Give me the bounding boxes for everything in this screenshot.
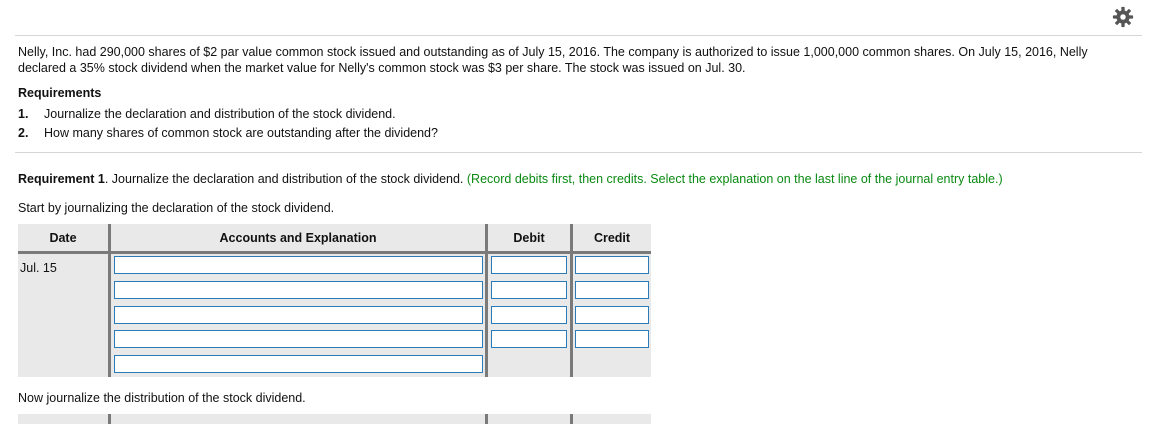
account-input[interactable] [114,306,483,324]
debit-header: Debit [513,231,545,245]
debit-input[interactable] [491,256,567,274]
account-input[interactable] [114,256,483,274]
account-input[interactable] [114,281,483,299]
credit-input[interactable] [575,256,649,274]
requirement-1-label: Requirement 1 [18,172,105,186]
credit-input[interactable] [575,306,649,324]
journal-table-declaration: Date Accounts and Explanation Debit Cred… [18,224,651,377]
section-divider [15,152,1142,153]
requirement-1-text: . Journalize the declaration and distrib… [104,172,464,186]
debit-input[interactable] [491,330,567,348]
explanation-input[interactable] [114,355,483,373]
requirement-item: 2. How many shares of common stock are ou… [18,125,438,144]
start-instruction: Start by journalizing the declaration of… [18,201,335,215]
journal-row [18,330,651,350]
requirement-1-instruction: (Record debits first, then credits. Sele… [466,172,1003,186]
journal-table-distribution [18,414,651,424]
requirements-list: 1. Journalize the declaration and distrib… [18,106,438,144]
top-divider [15,35,1142,36]
column-divider [570,414,573,424]
requirement-item: 1. Journalize the declaration and distrib… [18,106,438,125]
debit-input[interactable] [491,306,567,324]
column-divider [108,414,111,424]
credit-header: Credit [593,231,631,245]
gear-icon[interactable] [1112,6,1134,28]
requirement-number: 2. [18,126,29,140]
problem-intro: Nelly, Inc. had 290,000 shares of $2 par… [18,45,1088,75]
credit-input[interactable] [575,281,649,299]
date-header: Date [49,231,77,245]
journal-explanation-row [18,355,651,375]
journal-row [18,256,651,276]
accounts-header: Accounts and Explanation [219,231,377,245]
debit-input[interactable] [491,281,567,299]
account-input[interactable] [114,330,483,348]
journal-row [18,306,651,326]
journal-table-header: Date Accounts and Explanation Debit Cred… [18,224,651,251]
requirement-text: Journalize the declaration and distribut… [44,107,396,121]
header-divider [18,251,651,254]
column-divider [485,414,488,424]
credit-input[interactable] [575,330,649,348]
journal-row [18,281,651,301]
requirement-text: How many shares of common stock are outs… [44,126,438,140]
requirement-1-prompt: Requirement 1. Journalize the declaratio… [18,172,1003,186]
requirements-heading: Requirements [18,86,102,100]
requirement-number: 1. [18,107,29,121]
distribution-instruction: Now journalize the distribution of the s… [18,391,306,405]
